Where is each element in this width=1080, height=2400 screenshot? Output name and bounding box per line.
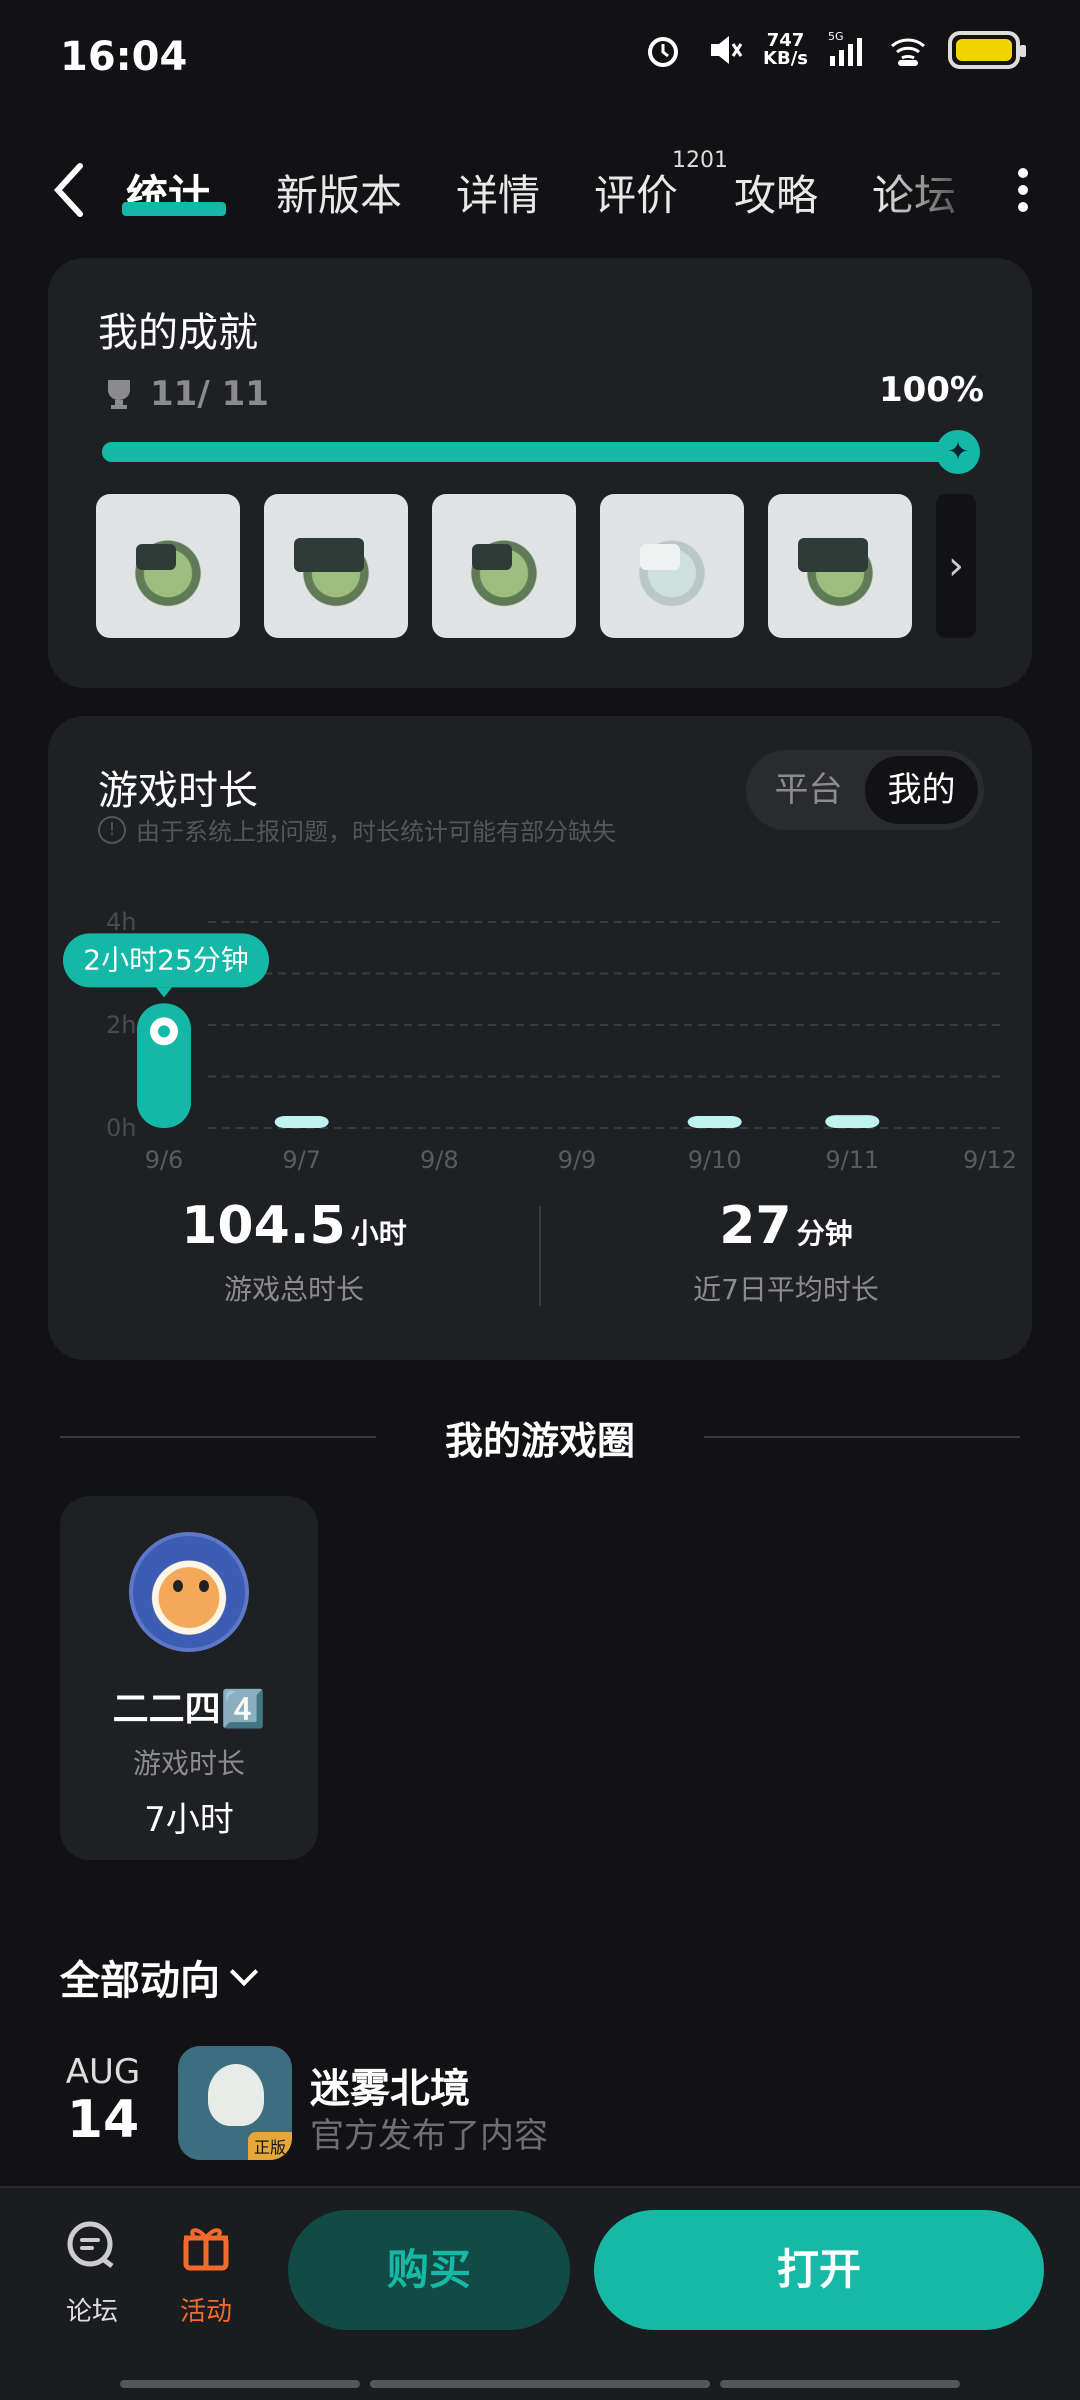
friend-card[interactable]: 二二四4️⃣ 游戏时长 7小时 (60, 1496, 318, 1860)
total-playtime: 104.5 小时 游戏总时长 (181, 1196, 407, 1306)
nav-event[interactable]: 活动 (156, 2218, 256, 2328)
back-arrow-icon[interactable] (50, 160, 90, 220)
more-menu-icon[interactable] (1016, 168, 1030, 212)
svg-text:5G: 5G (828, 30, 844, 43)
average-playtime: 27 分钟 近7日平均时长 (693, 1196, 879, 1306)
tooltip-pointer (156, 987, 172, 998)
avatar (129, 1532, 249, 1652)
wifi-icon (891, 38, 925, 66)
mute-icon (711, 36, 743, 64)
chart-bar (274, 1116, 329, 1128)
achievements-count: 11/ 11 (150, 374, 269, 414)
highlight-dot-inner (158, 1025, 170, 1038)
battery-icon (948, 31, 1026, 69)
achievement-thumb[interactable] (96, 494, 240, 638)
alarm-icon (648, 37, 679, 67)
net-speed: 747 KB/s (763, 30, 808, 69)
x-tick-label: 9/10 (688, 1146, 742, 1174)
buy-button[interactable]: 购买 (288, 2210, 570, 2330)
forum-icon (67, 2221, 114, 2268)
game-icon: 正版 (178, 2046, 292, 2160)
achievement-thumb[interactable] (600, 494, 744, 638)
playtime-card: 游戏时长 ! 由于系统上报问题，时长统计可能有部分缺失 平台 我的 0h 2h 4h… (48, 716, 1032, 1360)
chevron-down-icon (229, 1957, 259, 1987)
tab-details[interactable]: 详情 (456, 162, 540, 223)
achievements-title: 我的成就 (98, 310, 258, 356)
bottom-bar: 论坛 活动 购买 打开 (0, 2186, 1080, 2400)
chart-bar (687, 1116, 742, 1128)
review-count-badge: 1201 (672, 148, 728, 173)
x-tick-label: 9/11 (825, 1146, 879, 1174)
tab-fade (880, 140, 990, 240)
activity-filter[interactable]: 全部动向 (60, 1948, 259, 2006)
activity-item[interactable]: AUG 14 正版 迷雾北境 官方发布了内容 (60, 2044, 1020, 2164)
achievements-percent: 100% (878, 370, 984, 410)
clock: 16:04 (60, 34, 188, 80)
x-tick-label: 9/6 (145, 1146, 184, 1174)
achievement-thumb[interactable] (264, 494, 408, 638)
friend-playtime: 7小时 (144, 1800, 234, 1840)
status-bar: 16:04 747 KB/s 5G (0, 0, 1080, 120)
y-tick-label: 2h (106, 1011, 136, 1039)
achievement-thumb[interactable] (768, 494, 912, 638)
y-tick-label: 4h (106, 908, 136, 936)
x-tick-label: 9/7 (282, 1146, 321, 1174)
gesture-bar (120, 2380, 960, 2388)
active-tab-indicator (122, 202, 226, 216)
divider-right (704, 1436, 1020, 1438)
achievement-thumb[interactable] (432, 494, 576, 638)
trophy-icon (108, 380, 130, 409)
achievements-card[interactable]: 我的成就 11/ 11 100% ✦ › (48, 258, 1032, 688)
gift-icon (183, 2228, 229, 2271)
activity-game-title: 迷雾北境 (310, 2066, 470, 2112)
chevron-right-icon[interactable]: › (936, 494, 976, 638)
nav-forum[interactable]: 论坛 (42, 2218, 142, 2328)
chart-bar (825, 1115, 880, 1128)
achievement-thumbnails: › (96, 494, 976, 638)
open-button[interactable]: 打开 (594, 2210, 1044, 2330)
playtime-stats: 104.5 小时 游戏总时长 27 分钟 近7日平均时长 (48, 1196, 1032, 1326)
activity-date: AUG 14 (65, 2052, 141, 2150)
signal-icon: 5G (828, 30, 862, 66)
x-tick-label: 9/8 (420, 1146, 459, 1174)
tooltip-text: 2小时25分钟 (83, 943, 248, 976)
x-tick-label: 9/9 (558, 1146, 597, 1174)
tab-new-version[interactable]: 新版本 (276, 162, 402, 223)
friend-name: 二二四4️⃣ (112, 1689, 266, 1730)
tab-guides[interactable]: 攻略 (734, 162, 818, 223)
star-icon: ✦ (936, 430, 980, 474)
x-tick-label: 9/12 (963, 1146, 1017, 1174)
achievements-progress-bar: ✦ (102, 430, 980, 474)
y-tick-label: 0h (106, 1114, 136, 1142)
tab-reviews[interactable]: 评价 (594, 162, 678, 223)
activity-desc: 官方发布了内容 (310, 2116, 548, 2156)
friend-label: 游戏时长 (132, 1747, 245, 1780)
